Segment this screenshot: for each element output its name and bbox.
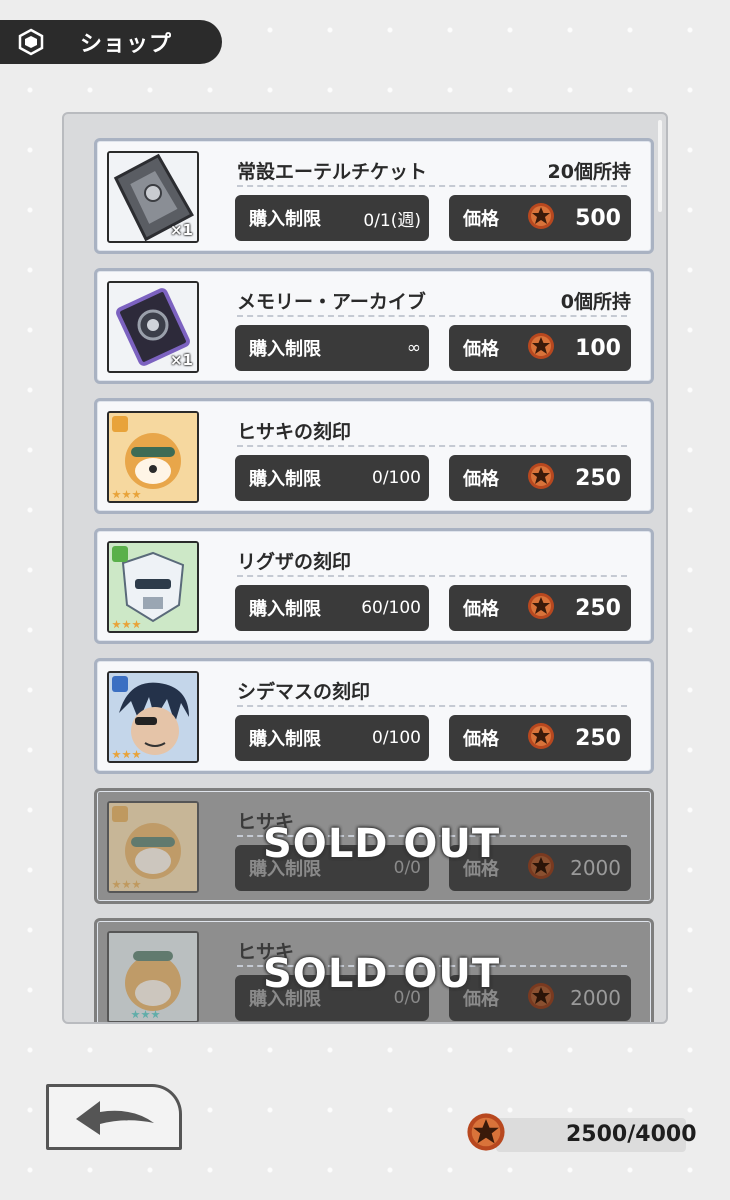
limit-value: 0/100 (372, 468, 421, 488)
back-button[interactable] (46, 1084, 182, 1150)
ether-coin-icon (527, 982, 555, 1014)
shop-item[interactable]: ×1 メモリー・アーカイブ 0個所持 購入制限 ∞ 価格 100 (94, 268, 654, 384)
rarity-stars (112, 490, 141, 499)
price-button[interactable]: 価格 250 (449, 585, 631, 631)
rarity-stars (131, 1010, 160, 1019)
sold-out-label: SOLD OUT (263, 821, 501, 867)
rarity-stars (112, 880, 141, 889)
shop-list[interactable]: ×1 常設エーテルチケット 20個所持 購入制限 0/1(週) 価格 500 ×… (62, 112, 668, 1024)
item-name: リグザの刻印 (237, 547, 627, 577)
item-quantity: ×1 (169, 221, 193, 239)
item-name: ヒサキの刻印 (237, 417, 627, 447)
price-button[interactable]: 価格 250 (449, 715, 631, 761)
price-label: 価格 (463, 599, 499, 620)
price-value: 2000 (570, 856, 621, 880)
currency-display: 2500/4000 (466, 1112, 697, 1156)
limit-label: 購入制限 (249, 469, 321, 490)
price-label: 価格 (463, 339, 499, 360)
price-label: 価格 (463, 469, 499, 490)
item-name: 常設エーテルチケット (237, 157, 627, 187)
purchase-limit: 購入制限 ∞ (235, 325, 429, 371)
shop-item[interactable]: シデマスの刻印 購入制限 0/100 価格 250 (94, 658, 654, 774)
attribute-badge (112, 806, 128, 822)
ether-coin-icon (527, 462, 555, 494)
ether-coin-icon (527, 722, 555, 754)
scrollbar[interactable] (658, 120, 662, 212)
price-value: 250 (575, 595, 621, 621)
ether-coin-icon (527, 852, 555, 884)
sold-out-label: SOLD OUT (263, 951, 501, 997)
limit-value: 60/100 (361, 598, 421, 618)
price-value: 500 (575, 205, 621, 231)
owned-count: 20個所持 (547, 161, 631, 183)
header-bar: ショップ (0, 20, 222, 64)
price-button[interactable]: 価格 500 (449, 195, 631, 241)
ether-coin-icon (527, 332, 555, 364)
limit-value: ∞ (406, 338, 421, 358)
ether-coin-icon (527, 202, 555, 234)
price-button[interactable]: 価格 100 (449, 325, 631, 371)
page-title: ショップ (80, 32, 173, 57)
attribute-badge (112, 676, 128, 692)
hisaki-portrait-icon (107, 931, 199, 1022)
purchase-limit: 購入制限 0/100 (235, 455, 429, 501)
limit-value: 0/1(週) (363, 210, 421, 231)
ether-coin-icon (527, 592, 555, 624)
back-arrow-icon (76, 1101, 154, 1135)
price-label: 価格 (463, 729, 499, 750)
purchase-limit: 購入制限 0/1(週) (235, 195, 429, 241)
currency-value: 2500/4000 (566, 1121, 697, 1147)
rarity-stars (112, 620, 141, 629)
memory-archive-icon: ×1 (107, 281, 199, 373)
limit-label: 購入制限 (249, 599, 321, 620)
price-value: 2000 (570, 986, 621, 1010)
price-label: 価格 (463, 209, 499, 230)
hisaki-emblem-icon (107, 411, 199, 503)
shop-item[interactable]: ヒサキ 購入制限 0/0 価格 2000 SOLD OUT (94, 788, 654, 904)
owned-count: 0個所持 (560, 291, 631, 313)
price-value: 250 (575, 465, 621, 491)
item-name: メモリー・アーカイブ (237, 287, 627, 317)
item-quantity: ×1 (169, 351, 193, 369)
limit-label: 購入制限 (249, 729, 321, 750)
limit-label: 購入制限 (249, 339, 321, 360)
rarity-stars (112, 750, 141, 759)
shop-item[interactable]: ヒサキの刻印 購入制限 0/100 価格 250 (94, 398, 654, 514)
limit-label: 購入制限 (249, 209, 321, 230)
shop-item[interactable]: リグザの刻印 購入制限 60/100 価格 250 (94, 528, 654, 644)
purchase-limit: 購入制限 60/100 (235, 585, 429, 631)
limit-value: 0/100 (372, 728, 421, 748)
ether-coin-icon (466, 1112, 506, 1156)
shidemasu-emblem-icon (107, 671, 199, 763)
price-button[interactable]: 価格 250 (449, 455, 631, 501)
shop-item[interactable]: ×1 常設エーテルチケット 20個所持 購入制限 0/1(週) 価格 500 (94, 138, 654, 254)
item-name: シデマスの刻印 (237, 677, 627, 707)
hisaki-portrait-icon (107, 801, 199, 893)
purchase-limit: 購入制限 0/100 (235, 715, 429, 761)
ticket-icon: ×1 (107, 151, 199, 243)
price-value: 100 (575, 335, 621, 361)
attribute-badge (112, 546, 128, 562)
hexagon-icon (16, 27, 46, 57)
shop-item[interactable]: ヒサキ 購入制限 0/0 価格 2000 SOLD OUT (94, 918, 654, 1022)
attribute-badge (112, 416, 128, 432)
price-value: 250 (575, 725, 621, 751)
riguza-emblem-icon (107, 541, 199, 633)
